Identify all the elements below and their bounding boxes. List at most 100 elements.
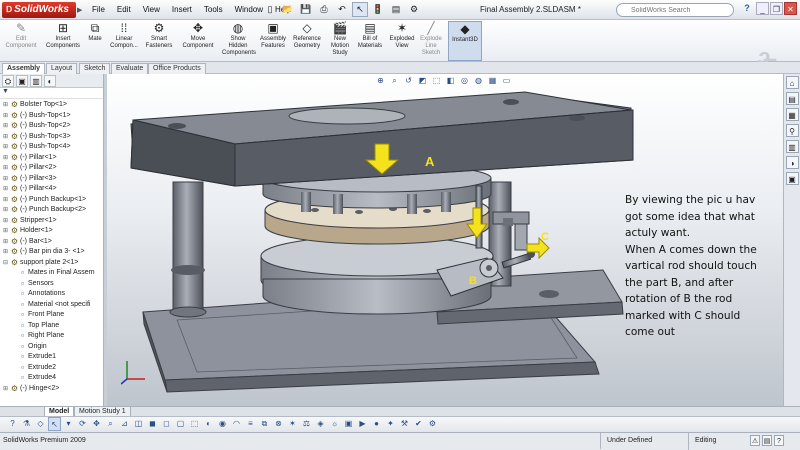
search-results-icon[interactable]: ⚲	[785, 124, 799, 137]
zebra-icon[interactable]: ≡	[244, 417, 257, 431]
tab-assembly[interactable]: Assembly	[2, 63, 46, 74]
tab-layout[interactable]: Layout	[46, 63, 78, 74]
lights-icon[interactable]: ☼	[328, 417, 341, 431]
expand-toggle-icon[interactable]: ⊞	[2, 142, 9, 153]
reference-geometry-button[interactable]: ◇ Reference Geometry	[290, 21, 324, 61]
undo-icon[interactable]: ↶	[334, 2, 350, 17]
menu-insert[interactable]: Insert	[166, 0, 198, 20]
sensor-icon[interactable]: ◈	[314, 417, 327, 431]
options-icon[interactable]: ⚙	[406, 2, 422, 17]
display-manager-tab-icon[interactable]: ◐	[44, 75, 56, 87]
assembly-features-button[interactable]: ▣ Assembly Features	[258, 21, 288, 61]
expand-toggle-icon[interactable]: ⊞	[2, 216, 9, 227]
expand-toggle-icon[interactable]: ⊞	[2, 100, 9, 111]
view-palette-icon[interactable]: ▥	[785, 140, 799, 153]
rotate-icon[interactable]: ⟳	[76, 417, 89, 431]
rebuild-icon[interactable]: 🚦	[370, 2, 386, 17]
section-view-icon[interactable]: ◩	[417, 75, 428, 86]
linear-pattern-button[interactable]: ⁞⁞ Linear Compon...	[108, 21, 140, 61]
feature-tree-item[interactable]: ▫ Extrude1	[0, 352, 104, 363]
expand-toggle-icon[interactable]: ⊞	[2, 174, 9, 185]
display-style-icon[interactable]: ◧	[445, 75, 456, 86]
feature-tree-item[interactable]: ⊞ ⚙ (-) Pillar<3>	[0, 174, 104, 185]
wireframe-icon[interactable]: ◻	[160, 417, 173, 431]
expand-toggle-icon[interactable]: ⊞	[2, 195, 9, 206]
feature-tree-item[interactable]: ▫ Right Plane	[0, 331, 104, 342]
explode-icon[interactable]: ✶	[286, 417, 299, 431]
photoworks-icon[interactable]: ✦	[384, 417, 397, 431]
property-manager-tab-icon[interactable]: ▣	[16, 75, 28, 87]
expand-toggle-icon[interactable]: ⊞	[2, 205, 9, 216]
expand-toggle-icon[interactable]: ⊞	[2, 121, 9, 132]
expand-toggle-icon[interactable]: ⊞	[2, 237, 9, 248]
search-input[interactable]	[616, 3, 734, 17]
mate-icon[interactable]: ⧉	[258, 417, 271, 431]
feature-tree-item[interactable]: ⊞ ⚙ (-) Bush-Top<3>	[0, 132, 104, 143]
open-folder-icon[interactable]: 📂	[280, 2, 296, 17]
view-orientation-icon[interactable]: ⬚	[431, 75, 442, 86]
save-icon[interactable]: 💾	[298, 2, 314, 17]
previous-view-icon[interactable]: ↺	[403, 75, 414, 86]
expand-toggle-icon[interactable]: ⊞	[2, 111, 9, 122]
file-explorer-icon[interactable]: ▦	[785, 108, 799, 121]
minimize-button[interactable]: _	[756, 2, 769, 15]
feature-tree-item[interactable]: ▫ Extrude4	[0, 373, 104, 384]
feature-tree-item[interactable]: ▫ Origin	[0, 342, 104, 353]
help-status-icon[interactable]: ?	[774, 435, 784, 446]
toolbox-icon[interactable]: ⚒	[398, 417, 411, 431]
new-document-icon[interactable]: ▯	[262, 2, 278, 17]
record-icon[interactable]: ●	[370, 417, 383, 431]
expand-toggle-icon[interactable]: ⊞	[2, 384, 9, 395]
feature-tree-item[interactable]: ⊞ ⚙ (-) Pillar<2>	[0, 163, 104, 174]
realview-icon[interactable]: ◉	[216, 417, 229, 431]
feature-tree-item[interactable]: ⊞ ⚙ (-) Bar pin dia 3- <1>	[0, 247, 104, 258]
tree-filter-icon[interactable]: ▼	[0, 88, 103, 99]
feature-tree-item[interactable]: ▫ Annotations	[0, 289, 104, 300]
perspective-icon[interactable]: ⬚	[188, 417, 201, 431]
hide-show-items-icon[interactable]: ◎	[459, 75, 470, 86]
feature-tree-item[interactable]: ▫ Top Plane	[0, 321, 104, 332]
feature-tree-item[interactable]: ⊞ ⚙ (-) Bush-Top<2>	[0, 121, 104, 132]
tab-evaluate[interactable]: Evaluate	[111, 63, 149, 74]
appearances-icon[interactable]: ◑	[785, 156, 799, 169]
rebuild-status-icon[interactable]: ⚠	[750, 435, 760, 446]
feature-tree-item[interactable]: ⊞ ⚙ Bolster Top<1>	[0, 100, 104, 111]
feature-tree-tab-icon[interactable]: ⛭	[2, 75, 14, 87]
camera-icon[interactable]: ▣	[342, 417, 355, 431]
menu-expand-icon[interactable]: ▶	[77, 6, 82, 14]
print-icon[interactable]: ⎙	[316, 2, 332, 17]
expand-toggle-icon[interactable]: ⊞	[2, 184, 9, 195]
feature-tree-item[interactable]: ⊞ ⚙ (-) Hinge<2>	[0, 384, 104, 395]
shadows-icon[interactable]: ◐	[202, 417, 215, 431]
resources-icon[interactable]: ⌂	[785, 76, 799, 89]
options-icon[interactable]: ⚙	[426, 417, 439, 431]
design-library-icon[interactable]: ▤	[785, 92, 799, 105]
move-component-button[interactable]: ✥ Move Component	[178, 21, 218, 61]
solidworks-logo[interactable]: Ⅾ SolidWorks	[2, 2, 76, 18]
feature-tree-item[interactable]: ⊞ ⚙ (-) Bar<1>	[0, 237, 104, 248]
expand-toggle-icon[interactable]: ⊞	[2, 132, 9, 143]
instant3d-button[interactable]: ◆ Instant3D	[448, 21, 482, 61]
filter-icon[interactable]: ▾	[62, 417, 75, 431]
animation-icon[interactable]: ▶	[356, 417, 369, 431]
feature-tree-item[interactable]: ⊞ ⚙ (-) Punch Backup<1>	[0, 195, 104, 206]
tab-sketch[interactable]: Sketch	[79, 63, 111, 74]
wizard-icon[interactable]: ⚗	[20, 417, 33, 431]
expand-toggle-icon[interactable]: ⊞	[2, 153, 9, 164]
feature-tree-item[interactable]: ⊞ ⚙ (-) Pillar<4>	[0, 184, 104, 195]
design-check-icon[interactable]: ✔	[412, 417, 425, 431]
expand-toggle-icon[interactable]: ⊞	[2, 163, 9, 174]
feature-tree-item[interactable]: ⊞ ⚙ (-) Punch Backup<2>	[0, 205, 104, 216]
edit-appearance-icon[interactable]: ◍	[473, 75, 484, 86]
file-properties-icon[interactable]: ▤	[388, 2, 404, 17]
pan-icon[interactable]: ✥	[90, 417, 103, 431]
exploded-view-button[interactable]: ✶ Exploded View	[388, 21, 416, 61]
custom-properties-icon[interactable]: ▣	[785, 172, 799, 185]
menu-tools[interactable]: Tools	[198, 0, 229, 20]
feature-tree-item[interactable]: ⊞ ⚙ (-) Pillar<1>	[0, 153, 104, 164]
zoom-area-icon[interactable]: ⌕	[389, 75, 400, 86]
edit-component-button[interactable]: ✎ Edit Component	[2, 21, 40, 61]
motion-study-button[interactable]: 🎬 New Motion Study	[328, 21, 352, 61]
menu-edit[interactable]: Edit	[111, 0, 137, 20]
select-icon[interactable]: ↖	[48, 417, 61, 431]
